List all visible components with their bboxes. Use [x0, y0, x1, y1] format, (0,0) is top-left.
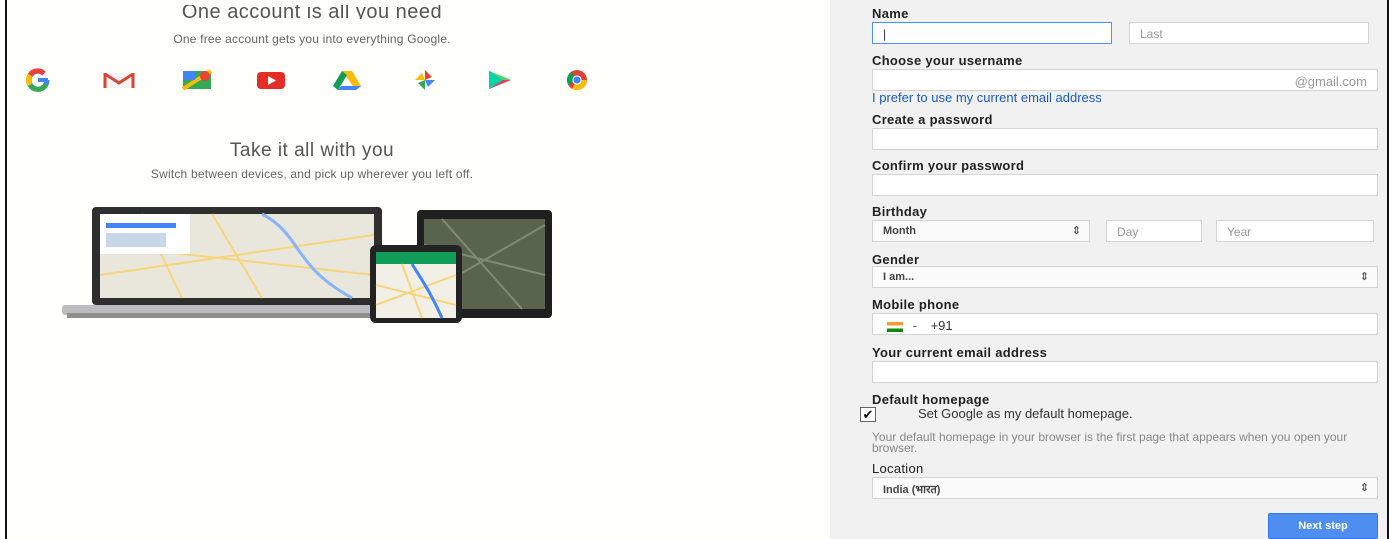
birth-month-select[interactable]: Month ⇕: [872, 220, 1090, 242]
select-arrows-icon: ⇕: [1071, 225, 1081, 237]
username-label: Choose your username: [872, 53, 1023, 68]
current-email-field[interactable]: [872, 361, 1378, 383]
gender-value: I am...: [883, 271, 915, 283]
promo-subtitle-account: One free account gets you into everythin…: [173, 32, 451, 46]
signup-form: Name | Last Choose your username @gmail.…: [830, 0, 1387, 539]
default-homepage-checkbox-label[interactable]: Set Google as my default homepage.: [918, 406, 1133, 421]
google-icon: [26, 68, 50, 92]
name-label: Name: [872, 6, 909, 21]
password-label: Create a password: [872, 112, 993, 127]
promo-subtitle-devices: Switch between devices, and pick up wher…: [150, 167, 474, 181]
india-flag-icon[interactable]: [887, 321, 903, 332]
default-homepage-note: Your default homepage in your browser is…: [872, 430, 1348, 455]
country-code: +91: [930, 318, 953, 333]
devices-illustration: [62, 207, 552, 323]
promo-heading-account: One account is all you need: [181, 5, 443, 19]
birth-day-field[interactable]: Day: [1106, 220, 1202, 242]
username-field[interactable]: @gmail.com: [872, 69, 1378, 91]
gender-label: Gender: [872, 252, 920, 267]
first-name-field[interactable]: |: [872, 22, 1112, 44]
last-name-field[interactable]: Last: [1129, 22, 1369, 44]
country-dropdown-indicator[interactable]: -: [913, 318, 917, 333]
use-current-email-link[interactable]: I prefer to use my current email address: [872, 90, 1102, 105]
location-value: India (भारत): [883, 484, 941, 496]
confirm-password-field[interactable]: [872, 174, 1378, 196]
default-homepage-label: Default homepage: [872, 392, 990, 407]
select-arrows-icon: ⇕: [1359, 271, 1369, 283]
promo-heading-devices: Take it all with you: [229, 140, 395, 161]
promo-panel: One account is all you need One free acc…: [7, 0, 830, 539]
confirm-password-label: Confirm your password: [872, 158, 1025, 173]
current-email-label: Your current email address: [872, 345, 1048, 360]
mobile-phone-field[interactable]: - +91: [872, 313, 1378, 335]
photos-icon: [415, 70, 435, 90]
gender-select[interactable]: I am... ⇕: [872, 266, 1378, 288]
password-field[interactable]: [872, 128, 1378, 150]
location-select[interactable]: India (भारत) ⇕: [872, 477, 1378, 499]
birthday-label: Birthday: [872, 204, 928, 219]
app-icons-row: [21, 66, 611, 94]
gmail-icon: [103, 72, 135, 88]
youtube-icon: [257, 72, 285, 89]
play-icon: [489, 71, 511, 89]
birth-year-field[interactable]: Year: [1216, 220, 1374, 242]
drive-icon: [333, 71, 361, 90]
default-homepage-checkbox[interactable]: ✔: [860, 407, 876, 422]
select-arrows-icon: ⇕: [1359, 482, 1369, 494]
chrome-icon: [566, 70, 588, 91]
next-step-button[interactable]: Next step: [1268, 513, 1378, 539]
mobile-phone-label: Mobile phone: [872, 297, 960, 312]
maps-icon: [181, 69, 213, 91]
birth-month-value: Month: [883, 225, 916, 237]
location-label: Location: [872, 461, 924, 476]
